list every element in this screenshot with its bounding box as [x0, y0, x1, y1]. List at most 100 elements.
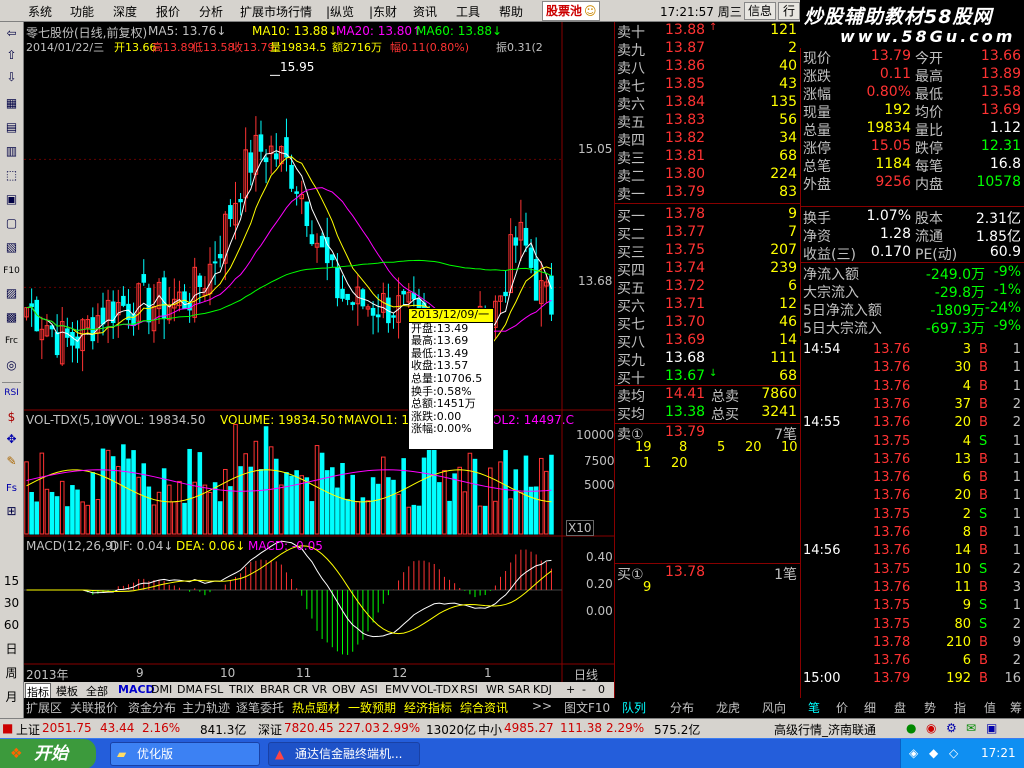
tab-price[interactable]: 价 [836, 699, 848, 716]
subtab-f10[interactable]: 图文F10 [564, 699, 610, 716]
bid-row[interactable]: 买八 13.69 14 [615, 332, 801, 351]
stock-pool-button[interactable]: 股票池 ☺ [542, 1, 600, 21]
rsi-icon[interactable]: RSI [2, 384, 21, 402]
chart-icon[interactable]: ⬚ [2, 166, 21, 184]
ask-row[interactable]: 卖一 13.79 83 [615, 184, 801, 203]
shield-icon[interactable]: ◆ [929, 746, 938, 760]
tick-row[interactable]: 13.76 13 B 1 [801, 452, 1024, 470]
bid-row[interactable]: 买五 13.72 6 [615, 278, 801, 297]
chat-icon[interactable]: ✉ [966, 721, 976, 735]
fs-icon[interactable]: Fs [2, 480, 21, 498]
menu-help[interactable]: 帮助 [499, 3, 523, 20]
subtab-comprehensive[interactable]: 综合资讯 [460, 699, 508, 716]
tab-wind[interactable]: 风向 [762, 699, 786, 716]
up-arrow-icon[interactable]: ⇧ [2, 46, 21, 64]
f10-icon[interactable]: F10 [2, 262, 21, 280]
tab-emv[interactable]: EMV [385, 683, 409, 696]
subtab-fund-distribution[interactable]: 资金分布 [128, 699, 176, 716]
ask-row[interactable]: 卖四 13.82 34 [615, 130, 801, 149]
layout-icon[interactable]: ⊞ [2, 502, 21, 520]
subtab-hot-topic[interactable]: 热点题材 [292, 699, 340, 716]
settings-icon[interactable]: ⚙ [946, 721, 957, 735]
menu-function[interactable]: 功能 [70, 3, 94, 20]
tab-plus-button[interactable]: + [566, 683, 575, 696]
frc-icon[interactable]: Frc [2, 332, 21, 350]
subtab-consensus[interactable]: 一致预期 [348, 699, 396, 716]
pattern-icon[interactable]: ▩ [2, 308, 21, 326]
subtab-main-force[interactable]: 主力轨迹 [182, 699, 230, 716]
tab-value[interactable]: 值 [984, 699, 996, 716]
circle-icon[interactable]: ◎ [2, 356, 21, 374]
tick-row[interactable]: 13.76 6 B 1 [801, 470, 1024, 488]
tick-row[interactable]: 13.75 10 S 2 [801, 562, 1024, 580]
tab-kdj[interactable]: KDJ [533, 683, 552, 696]
volume-icon[interactable]: ◈ [909, 746, 918, 760]
wifi-icon[interactable]: ◇ [949, 746, 958, 760]
bid-row[interactable]: 买一 13.78 9 [615, 206, 801, 225]
tab-vr[interactable]: VR [312, 683, 327, 696]
tab-vol-tdx[interactable]: VOL-TDX [411, 683, 459, 696]
ask-row[interactable]: 卖三 13.81 68 [615, 148, 801, 167]
bid-row[interactable]: 买三 13.75 207 [615, 242, 801, 261]
tab-fsl[interactable]: FSL [204, 683, 223, 696]
tab-index[interactable]: 指 [954, 699, 966, 716]
tab-dragon-tiger[interactable]: 龙虎 [716, 699, 740, 716]
ask-row[interactable]: 卖二 13.80 224 [615, 166, 801, 185]
bid-row[interactable]: 买四 13.74 239 [615, 260, 801, 279]
tab-asi[interactable]: ASI [360, 683, 378, 696]
ask-row[interactable]: 卖八 13.86 40 [615, 58, 801, 77]
tick-row[interactable]: 14:54 13.76 3 B 1 [801, 342, 1024, 360]
tick-row[interactable]: 14:56 13.76 14 B 1 [801, 543, 1024, 561]
bid-row[interactable]: 买九 13.68 111 [615, 350, 801, 369]
menu-tools[interactable]: 工具 [456, 3, 480, 20]
tab-minus-button[interactable]: - [582, 683, 586, 696]
menu-news[interactable]: 资讯 [413, 3, 437, 20]
menu-ext-market[interactable]: 扩展市场行情 [240, 3, 312, 20]
bid-row[interactable]: 买七 13.70 46 [615, 314, 801, 333]
bid-row[interactable]: 买十 13.67 ↓ 68 [615, 368, 801, 387]
tab-cr[interactable]: CR [293, 683, 308, 696]
down-arrow-icon[interactable]: ⇩ [2, 68, 21, 86]
tab-board[interactable]: 盘 [894, 699, 906, 716]
block-icon[interactable]: ▧ [2, 238, 21, 256]
back-arrow-icon[interactable]: ⇦ [2, 24, 21, 42]
subtab-related-quote[interactable]: 关联报价 [70, 699, 118, 716]
list-icon[interactable]: ▤ [2, 118, 21, 136]
menu-depth[interactable]: 深度 [113, 3, 137, 20]
dollar-icon[interactable]: $ [2, 408, 21, 426]
ask-row[interactable]: 卖七 13.85 43 [615, 76, 801, 95]
move-icon[interactable]: ✥ [2, 430, 21, 448]
bid-row[interactable]: 买六 13.71 12 [615, 296, 801, 315]
tick-row[interactable]: 13.78 210 B 9 [801, 635, 1024, 653]
start-button[interactable]: ❖ 开始 [0, 739, 96, 768]
table-icon[interactable]: ▥ [2, 142, 21, 160]
tab-queue[interactable]: 队列 [622, 699, 646, 716]
ask-row[interactable]: 卖六 13.84 135 [615, 94, 801, 113]
tab-brar[interactable]: BRAR [260, 683, 290, 696]
tab-obv[interactable]: OBV [332, 683, 355, 696]
period-60-button[interactable]: 60 [2, 616, 21, 634]
period-day-button[interactable]: 日 [2, 640, 21, 658]
alert-icon[interactable]: ◉ [926, 721, 936, 735]
ask-row[interactable]: 卖十 13.88 ↑ 121 [615, 22, 801, 41]
menu-eastmoney[interactable]: |东财 [369, 3, 397, 20]
tick-row[interactable]: 13.76 20 B 1 [801, 488, 1024, 506]
message-button[interactable]: 信息 [744, 2, 776, 20]
taskbar-folder-item[interactable]: ▰ 优化版 [110, 742, 260, 766]
tab-tick[interactable]: 笔 [808, 699, 820, 716]
grid-icon[interactable]: ▦ [2, 94, 21, 112]
tab-template[interactable]: 模板 [56, 683, 78, 699]
frame-icon[interactable]: ▢ [2, 214, 21, 232]
tab-detail[interactable]: 细 [864, 699, 876, 716]
period-30-button[interactable]: 30 [2, 594, 21, 612]
tab-all[interactable]: 全部 [86, 683, 108, 699]
panel-icon[interactable]: ▣ [2, 190, 21, 208]
subtab-extension[interactable]: 扩展区 [26, 699, 62, 716]
tick-row[interactable]: 15:00 13.79 192 B 16 [801, 671, 1024, 689]
ask-row[interactable]: 卖九 13.87 2 [615, 40, 801, 59]
connection-status[interactable]: 高级行情_济南联通 [774, 721, 876, 738]
taskbar-app-item[interactable]: ▲ 通达信金融终端机... [268, 742, 420, 766]
tab-dmi[interactable]: DMI [151, 683, 172, 696]
tick-row[interactable]: 13.75 4 S 1 [801, 434, 1024, 452]
ask-row[interactable]: 卖五 13.83 56 [615, 112, 801, 131]
